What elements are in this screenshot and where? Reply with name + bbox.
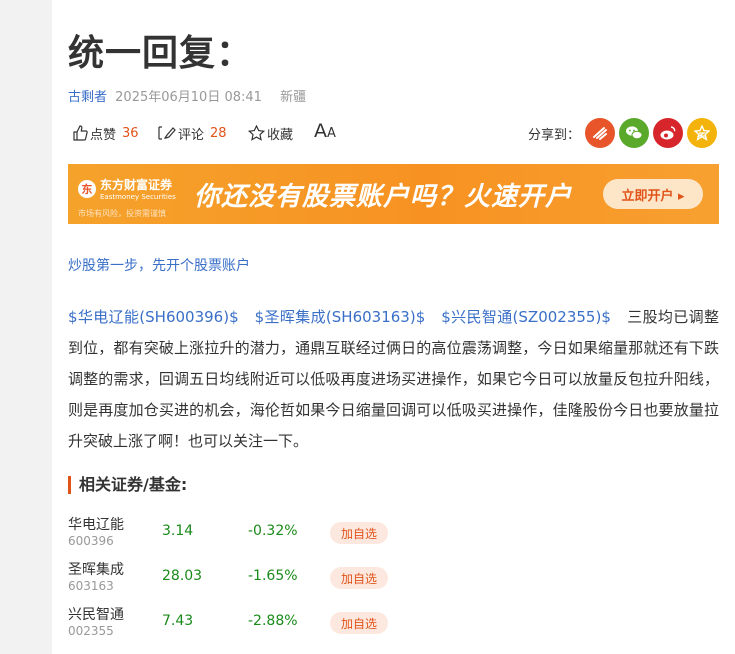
share-label: 分享到： [528, 128, 581, 143]
related-stock-row[interactable]: 兴民智通 002355 7.43 -2.88% 加自选 [68, 602, 719, 646]
comment-edit-icon [158, 126, 176, 140]
stock-code: 603163 [68, 579, 114, 593]
stock-link[interactable]: $兴民智通(SZ002355)$ [441, 308, 611, 326]
stock-link[interactable]: $华电辽能(SH600396)$ [68, 308, 239, 326]
stock-name[interactable]: 圣晖集成 [68, 559, 124, 579]
thumb-up-icon [73, 125, 88, 141]
stock-price: 28.03 [162, 568, 203, 584]
article-text: 三股均已调整到位，都有突破上涨拉升的潜力，通鼎互联经过俩日的高位震荡调整，今日如… [68, 308, 719, 450]
ip-location: 新疆 [280, 90, 307, 105]
page: 统一回复： 古剩者 2025年06月10日 08:41 新疆 点赞 36 评论 … [52, 0, 735, 654]
comment-button[interactable]: 评论 28 [158, 122, 227, 144]
stock-price: 7.43 [162, 613, 194, 629]
stock-price: 3.14 [162, 523, 194, 539]
related-stock-row[interactable]: 圣晖集成 603163 28.03 -1.65% 加自选 [68, 557, 719, 601]
wechat-icon [626, 126, 643, 140]
weibo-icon [660, 126, 676, 140]
favorite-label: 收藏 [267, 127, 294, 143]
open-account-button[interactable]: 立即开户 ▸ [603, 179, 703, 209]
open-account-banner[interactable]: 东 东方财富证券 Eastmoney Securities 市场有风险，投资需谨… [68, 164, 719, 224]
favorite-button[interactable]: 收藏 [248, 122, 293, 144]
brand-name-en: Eastmoney Securities [100, 193, 176, 201]
brand-mark-icon: 东 [78, 179, 96, 198]
toutiao-icon [593, 127, 607, 140]
font-size-toggle[interactable]: AA [314, 120, 336, 142]
stock-change: -0.32% [248, 523, 298, 539]
page-title: 统一回复： [68, 33, 254, 74]
brand-name: 东方财富证券 [100, 178, 173, 192]
stock-name[interactable]: 华电辽能 [68, 514, 124, 534]
brand-logo: 东 东方财富证券 Eastmoney Securities [78, 176, 176, 201]
action-bar: 点赞 36 评论 28 收藏 AA 分享到： [68, 118, 719, 148]
stock-change: -1.65% [248, 568, 298, 584]
star-icon [248, 125, 265, 141]
publish-time: 2025年06月10日 08:41 [115, 90, 262, 105]
share-weibo-button[interactable] [653, 118, 683, 148]
comment-label: 评论 [178, 127, 205, 143]
share-toutiao-button[interactable] [585, 118, 615, 148]
share-wechat-button[interactable] [619, 118, 649, 148]
related-section-title: 相关证券/基金: [68, 476, 187, 494]
stock-code: 002355 [68, 624, 114, 638]
like-button[interactable]: 点赞 36 [72, 122, 139, 144]
add-watchlist-button[interactable]: 加自选 [330, 612, 388, 634]
promo-link[interactable]: 炒股第一步，先开个股票账户 [68, 255, 250, 275]
stock-change: -2.88% [248, 613, 298, 629]
author-link[interactable]: 古剩者 [68, 90, 107, 105]
like-label: 点赞 [90, 127, 117, 143]
like-count: 36 [122, 125, 139, 141]
add-watchlist-button[interactable]: 加自选 [330, 522, 388, 544]
stock-link[interactable]: $圣晖集成(SH603163)$ [255, 308, 426, 326]
risk-note: 市场有风险，投资需谨慎 [78, 209, 166, 218]
stock-code: 600396 [68, 534, 114, 548]
stock-name[interactable]: 兴民智通 [68, 604, 124, 624]
share-qzone-button[interactable] [687, 118, 717, 148]
related-stock-row[interactable]: 华电辽能 600396 3.14 -0.32% 加自选 [68, 512, 719, 556]
article-meta: 古剩者 2025年06月10日 08:41 新疆 [68, 86, 306, 105]
add-watchlist-button[interactable]: 加自选 [330, 567, 388, 589]
article-body: $华电辽能(SH600396)$ $圣晖集成(SH603163)$ $兴民智通(SZ… [68, 302, 719, 457]
qzone-icon [694, 125, 710, 141]
banner-slogan: 你还没有股票账户吗？火速开户 [194, 182, 573, 212]
comment-count: 28 [210, 125, 227, 141]
